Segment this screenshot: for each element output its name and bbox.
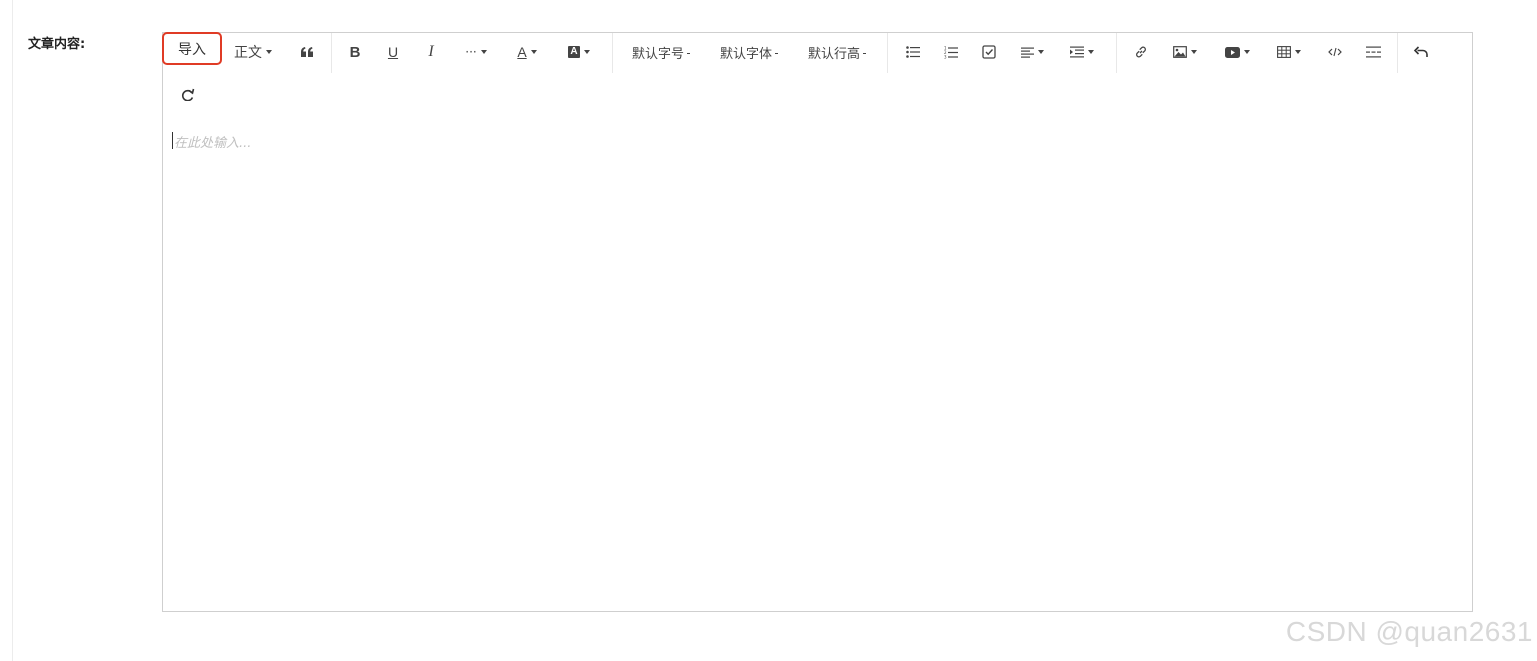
link-icon: [1136, 46, 1146, 58]
field-label: 文章内容:: [28, 37, 86, 52]
editor-toolbar: 导入 正文 B U I ··· A A 默认字号 默认字体 默认行高 1 2 3: [162, 32, 1474, 117]
editor-placeholder: 在此处输入...: [174, 136, 252, 151]
quote-icon: [301, 47, 313, 57]
chevron-down-icon: [775, 52, 778, 54]
chevron-down-icon: [1243, 50, 1250, 54]
bold-label: B: [349, 43, 361, 61]
italic-button[interactable]: I: [417, 33, 445, 71]
bold-button[interactable]: B: [341, 33, 369, 71]
divider-icon: [1365, 46, 1381, 58]
bulleted-list-icon: [906, 46, 920, 58]
font-family-select[interactable]: 默认字体: [713, 33, 785, 71]
background-color-button[interactable]: A: [561, 33, 597, 71]
italic-label: I: [428, 43, 434, 60]
undo-button[interactable]: [1407, 33, 1435, 71]
code-button[interactable]: [1321, 33, 1349, 71]
import-button[interactable]: 导入: [162, 32, 222, 65]
heading-label: 正文: [234, 45, 262, 61]
rich-text-editor: 导入 正文 B U I ··· A A 默认字号 默认字体 默认行高 1 2 3…: [162, 32, 1473, 612]
undo-icon: [1413, 45, 1428, 57]
divider-button[interactable]: [1359, 33, 1387, 71]
watermark: CSDN @quan2631: [1285, 616, 1533, 647]
font-color-label: A: [517, 44, 527, 60]
chevron-down-icon: [1191, 50, 1197, 54]
toolbar-separator: [887, 33, 888, 73]
link-button[interactable]: [1127, 33, 1155, 71]
chevron-down-icon: [687, 52, 690, 54]
chevron-down-icon: [1037, 50, 1044, 54]
page: 文章内容: 导入 正文 B U I ··· A A 默认字号 默认字体 默认行高…: [0, 0, 1537, 661]
line-height-label: 默认行高: [807, 46, 860, 62]
background-color-label: A: [568, 46, 580, 58]
table-icon: [1277, 46, 1291, 58]
bulleted-list-button[interactable]: [899, 33, 927, 71]
numbered-list-icon: 1 2 3: [944, 46, 958, 59]
left-divider: [12, 0, 13, 661]
toolbar-separator: [331, 33, 332, 73]
chevron-down-icon: [1295, 50, 1301, 54]
quote-button[interactable]: [291, 33, 323, 71]
line-height-select[interactable]: 默认行高: [801, 33, 873, 71]
chevron-down-icon: [480, 50, 487, 54]
align-button[interactable]: [1015, 33, 1049, 71]
more-button[interactable]: ···: [457, 33, 495, 71]
video-icon: [1224, 46, 1240, 58]
chevron-down-icon: [266, 50, 272, 54]
code-icon: [1328, 47, 1342, 57]
chevron-down-icon: [863, 52, 866, 54]
chevron-down-icon: [530, 50, 537, 54]
heading-select[interactable]: 正文: [227, 33, 279, 71]
underline-label: U: [387, 44, 399, 60]
image-button[interactable]: [1167, 33, 1203, 71]
toolbar-separator: [612, 33, 613, 73]
table-button[interactable]: [1271, 33, 1307, 71]
checkbox-icon: [982, 45, 996, 59]
toolbar-separator: [1116, 33, 1117, 73]
align-left-icon: [1020, 47, 1034, 58]
indent-button[interactable]: [1065, 33, 1099, 71]
font-color-button[interactable]: A: [509, 33, 545, 71]
redo-button[interactable]: [173, 75, 201, 113]
redo-icon: [181, 88, 194, 101]
font-size-select[interactable]: 默认字号: [625, 33, 697, 71]
svg-text:3: 3: [944, 54, 947, 59]
todo-button[interactable]: [975, 33, 1003, 71]
video-button[interactable]: [1219, 33, 1255, 71]
chevron-down-icon: [584, 50, 590, 54]
indent-icon: [1070, 46, 1084, 58]
text-cursor: [172, 132, 173, 149]
image-icon: [1173, 46, 1187, 58]
font-family-label: 默认字体: [719, 46, 772, 62]
chevron-down-icon: [1088, 50, 1094, 54]
import-label: 导入: [178, 41, 206, 58]
toolbar-separator: [1397, 33, 1398, 73]
numbered-list-button[interactable]: 1 2 3: [937, 33, 965, 71]
font-size-label: 默认字号: [631, 46, 684, 62]
more-label: ···: [465, 45, 477, 59]
underline-button[interactable]: U: [379, 33, 407, 71]
editor-content[interactable]: 在此处输入...: [163, 117, 1474, 611]
